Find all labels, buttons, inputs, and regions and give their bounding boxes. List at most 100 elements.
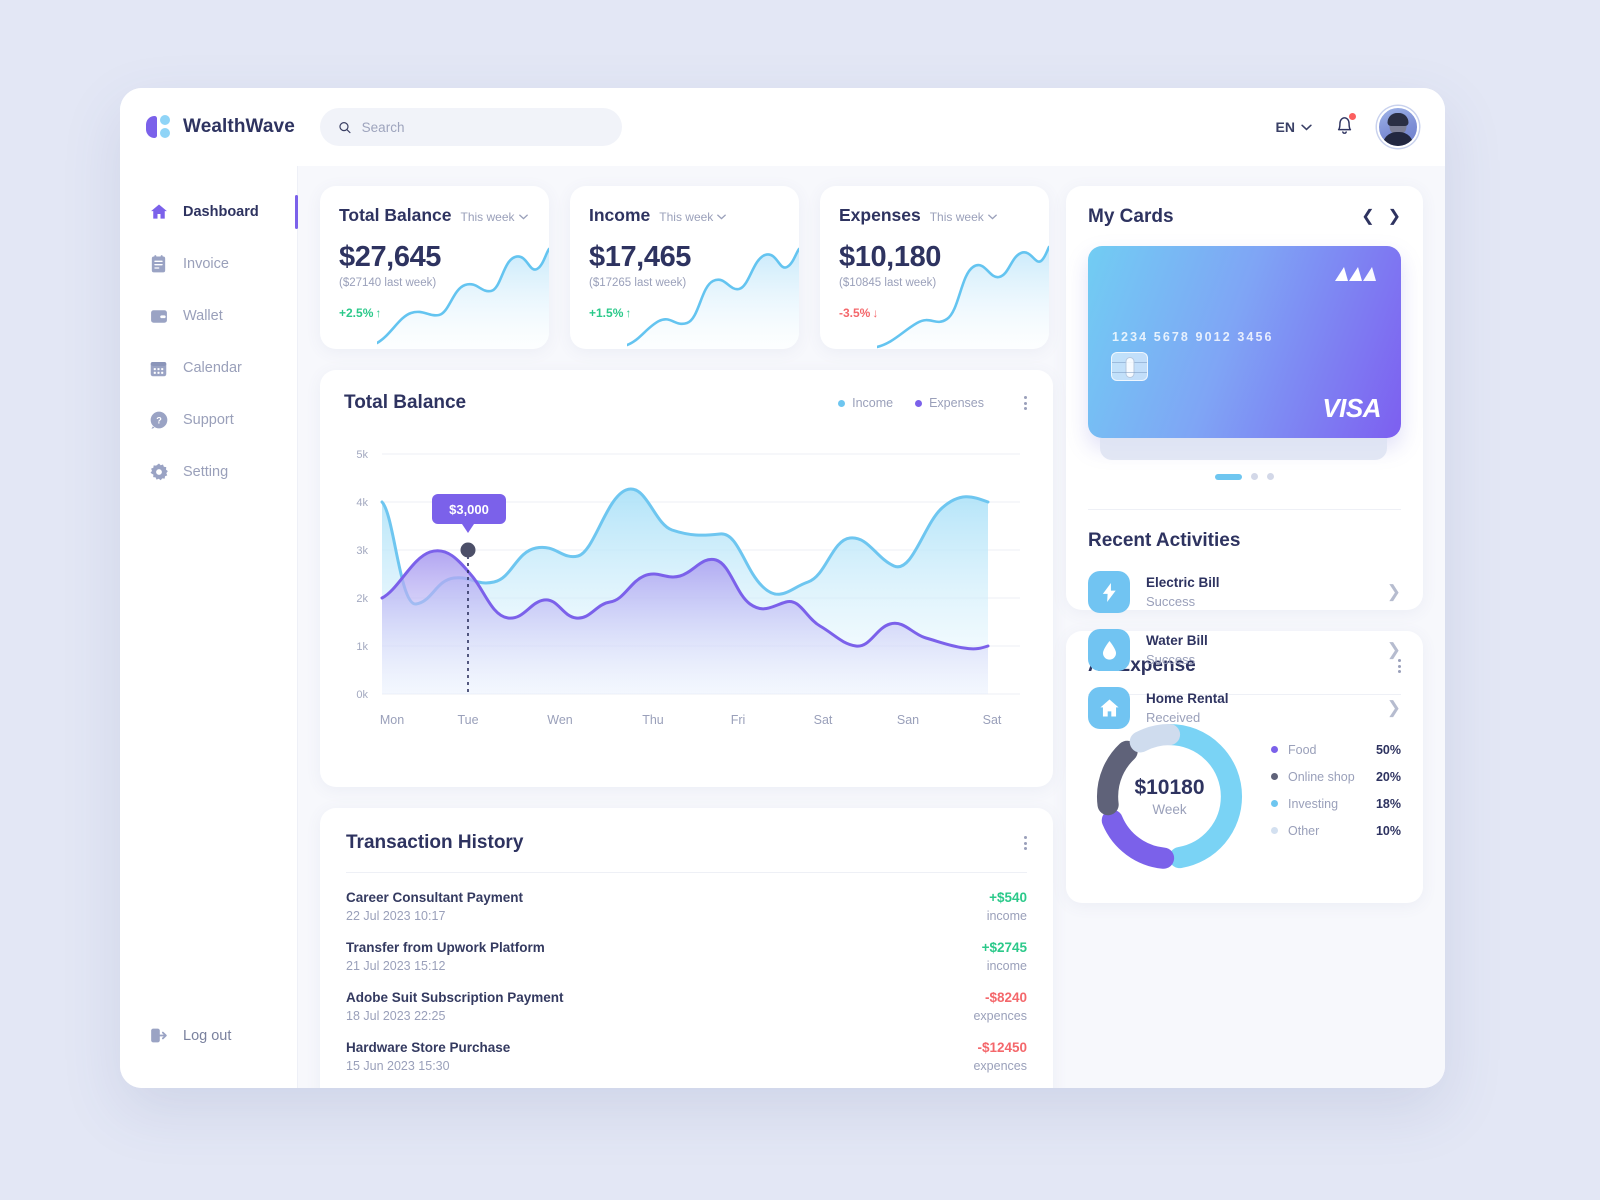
stat-title: Total Balance [339, 205, 452, 225]
table-row[interactable]: Hardware Store Purchase 15 Jun 2023 15:3… [346, 1023, 1027, 1073]
legend-item-income[interactable]: Income [838, 396, 893, 410]
stat-period-selector[interactable]: This week [930, 210, 997, 224]
transaction-history-title: Transaction History [346, 832, 524, 853]
expense-legend: Food 50% Online shop 20% Investing 18% O… [1271, 743, 1401, 851]
pagination-dot[interactable] [1267, 473, 1274, 480]
logout-label: Log out [183, 1027, 232, 1044]
legend-label: Online shop [1288, 769, 1355, 784]
sidebar-label: Calendar [183, 360, 242, 376]
prev-card-button[interactable]: ❮ [1361, 209, 1374, 225]
transaction-name: Transfer from Upwork Platform [346, 940, 545, 955]
legend-value: 18% [1375, 796, 1401, 811]
list-item[interactable]: Electric Bill Success ❯ [1088, 571, 1401, 613]
legend-item-investing[interactable]: Investing 18% [1271, 797, 1401, 811]
transaction-kind: income [986, 909, 1027, 923]
svg-text:3k: 3k [356, 545, 368, 557]
notifications-button[interactable] [1334, 112, 1356, 141]
transaction-date: 15 Jun 2023 15:30 [346, 1059, 450, 1073]
svg-text:5k: 5k [356, 449, 368, 461]
svg-text:?: ? [156, 416, 162, 426]
svg-text:1k: 1k [356, 641, 368, 653]
legend-value: 20% [1375, 769, 1401, 784]
donut-center-amount: $10180 [1134, 776, 1205, 799]
next-card-button[interactable]: ❯ [1388, 209, 1401, 225]
legend-label: Income [852, 396, 894, 410]
chart-menu-button[interactable] [1024, 396, 1027, 410]
language-label: EN [1275, 119, 1295, 135]
my-cards-title: My Cards [1088, 206, 1174, 227]
card-brand-icon [1335, 266, 1379, 281]
legend-label: Investing [1288, 796, 1339, 811]
avatar[interactable] [1377, 106, 1419, 148]
brand-logo[interactable]: WealthWave [146, 114, 306, 140]
pagination-dot[interactable] [1251, 473, 1258, 480]
transaction-kind: expences [973, 1059, 1027, 1073]
home-icon [148, 202, 169, 223]
sidebar-item-wallet[interactable]: Wallet [120, 290, 297, 342]
search-icon [339, 121, 351, 133]
transaction-name: Hardware Store Purchase [346, 1040, 511, 1055]
search-input[interactable] [361, 119, 604, 135]
x-tick: Sat [814, 713, 833, 727]
x-tick: Thu [642, 713, 664, 727]
chevron-down-icon [1301, 124, 1312, 131]
credit-card[interactable]: 1234 5678 9012 3456 VISA [1088, 246, 1401, 438]
donut-center-label: Week [1152, 802, 1187, 817]
legend-label: Expenses [929, 396, 984, 410]
card-number: 1234 5678 9012 3456 [1112, 330, 1274, 344]
droplet-icon [1088, 629, 1130, 671]
sidebar-item-calendar[interactable]: Calendar [120, 342, 297, 394]
invoice-icon [148, 254, 169, 275]
table-row[interactable]: Adobe Suit Subscription Payment 18 Jul 2… [346, 973, 1027, 1023]
sidebar-item-support[interactable]: ? Support [120, 394, 297, 446]
divider [1088, 509, 1401, 510]
sidebar-label: Dashboard [183, 204, 259, 220]
language-selector[interactable]: EN [1276, 119, 1312, 135]
legend-item-other[interactable]: Other 10% [1271, 824, 1401, 838]
search-bar[interactable] [320, 108, 622, 146]
stat-card-expenses: Expenses This week $10,180 ($10845 last … [820, 186, 1049, 349]
list-item[interactable]: Water Bill Success ❯ [1088, 629, 1401, 671]
bolt-icon [1088, 571, 1130, 613]
sidebar-label: Invoice [183, 256, 229, 272]
svg-text:0k: 0k [356, 689, 368, 701]
sidebar-label: Wallet [183, 308, 223, 324]
notification-badge [1349, 112, 1356, 120]
legend-dot-icon [1271, 746, 1278, 753]
transaction-amount: -$12450 [977, 1040, 1027, 1055]
sidebar: Dashboard Invoice Wallet Calendar ? Supp… [120, 166, 298, 1088]
stat-period-selector[interactable]: This week [659, 210, 727, 224]
transaction-menu-button[interactable] [1024, 836, 1027, 850]
chevron-down-icon [987, 214, 997, 220]
stat-delta-value: +2.5% [339, 306, 374, 320]
transaction-kind: income [986, 959, 1027, 973]
visa-logo: VISA [1322, 393, 1381, 423]
sidebar-nav: Dashboard Invoice Wallet Calendar ? Supp… [120, 166, 298, 498]
table-row[interactable]: Career Consultant Payment 22 Jul 2023 10… [346, 873, 1027, 923]
legend-item-expenses[interactable]: Expenses [915, 396, 984, 410]
recent-activities-title: Recent Activities [1088, 530, 1241, 551]
sidebar-item-dashboard[interactable]: Dashboard [120, 186, 298, 238]
stat-period-selector[interactable]: This week [461, 210, 528, 224]
chart-legend: Income Expenses [838, 396, 1027, 410]
logout-button[interactable]: Log out [120, 1025, 297, 1046]
activity-name: Electric Bill [1146, 575, 1220, 590]
transaction-amount: +$2745 [981, 940, 1027, 955]
legend-item-online-shop[interactable]: Online shop 20% [1271, 770, 1401, 784]
transaction-date: 18 Jul 2023 22:25 [346, 1009, 446, 1023]
sparkline-chart [877, 245, 1049, 349]
transaction-amount: -$8240 [984, 990, 1027, 1005]
tooltip-label: $3,000 [449, 502, 489, 517]
pagination-dot-active[interactable] [1215, 473, 1242, 480]
x-tick: San [897, 713, 919, 727]
my-cards-panel: My Cards ❮ ❯ 1234 5678 9012 3456 VISA Re… [1066, 186, 1423, 729]
legend-label: Other [1288, 823, 1320, 838]
table-row[interactable]: Transfer from Upwork Platform 21 Jul 202… [346, 923, 1027, 973]
activity-status: Success [1146, 594, 1196, 609]
activity-status: Success [1146, 652, 1196, 667]
sidebar-label: Support [183, 412, 234, 428]
sidebar-item-invoice[interactable]: Invoice [120, 238, 297, 290]
transaction-kind: expences [973, 1009, 1027, 1023]
chevron-right-icon: ❯ [1386, 698, 1401, 717]
sidebar-item-setting[interactable]: Setting [120, 446, 297, 498]
